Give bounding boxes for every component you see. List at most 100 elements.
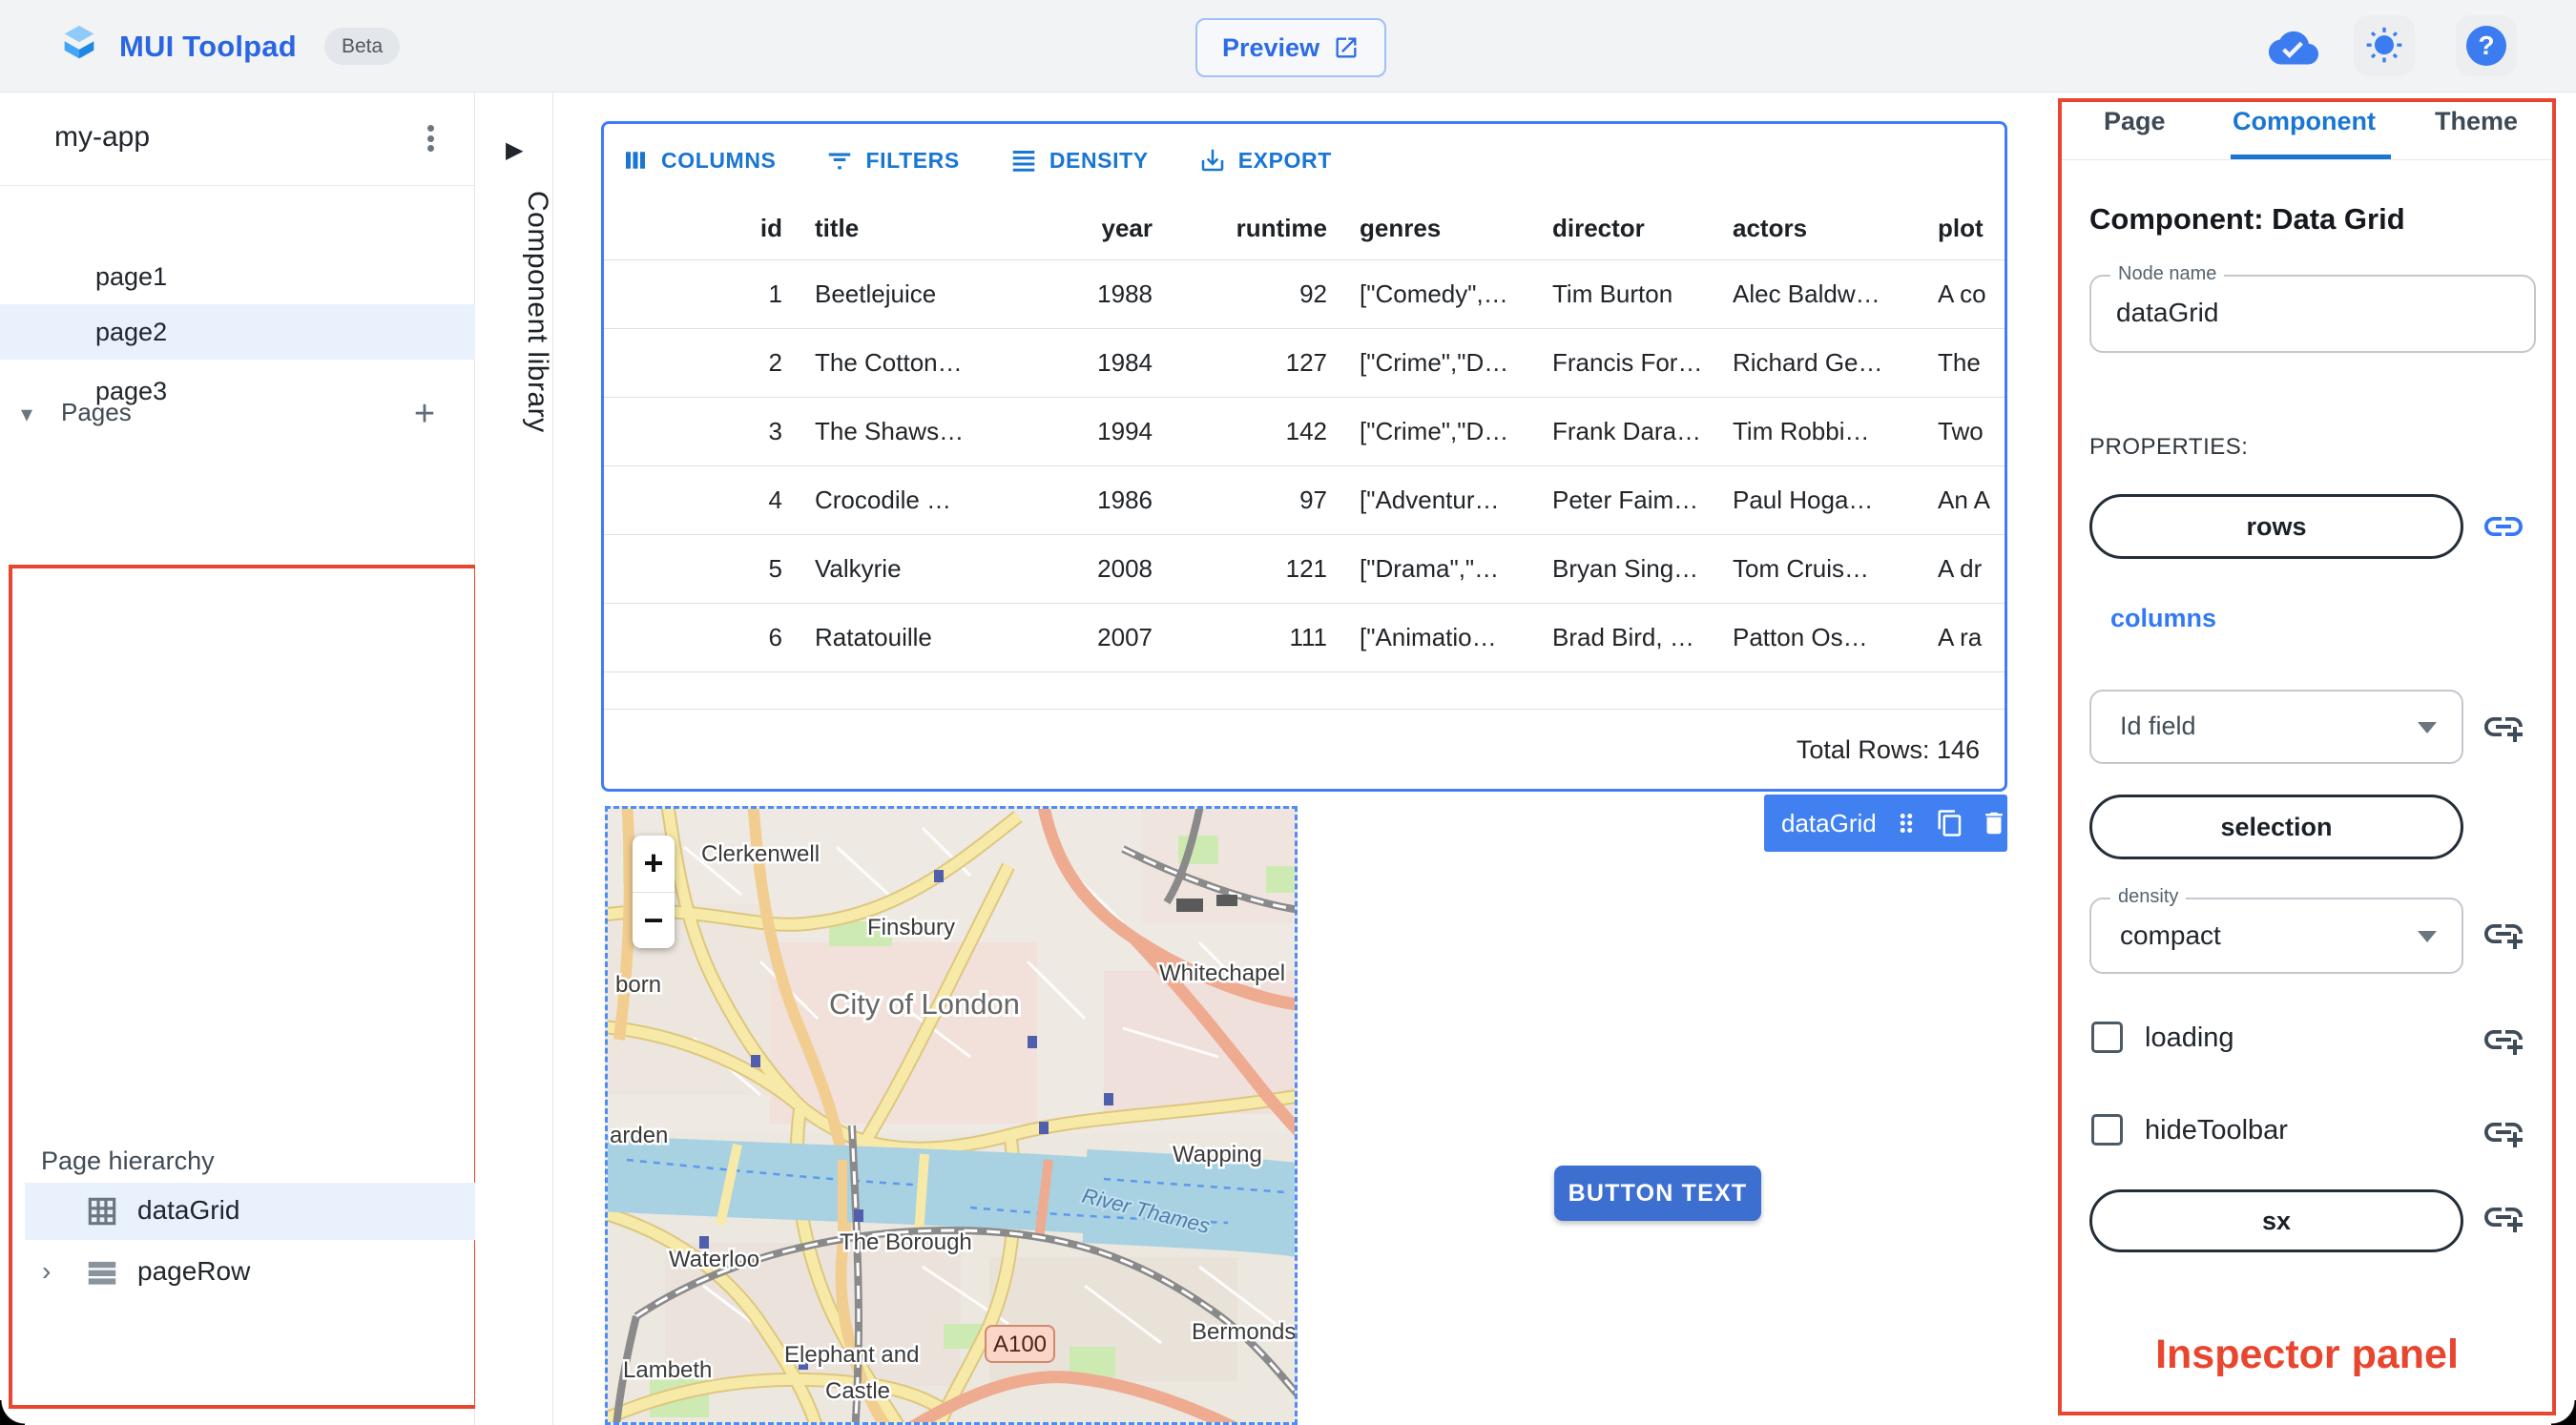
app-name: my-app [54,121,151,153]
export-button[interactable]: EXPORT [1198,146,1332,175]
download-icon [1201,149,1223,172]
app-title: MUI Toolpad [119,30,297,63]
map-label: Elephant and [784,1342,919,1368]
component-heading: Component: Data Grid [2089,202,2405,236]
preview-button[interactable]: Preview [1195,18,1387,77]
open-in-new-icon [1336,37,1357,58]
add-link-icon[interactable] [2481,911,2526,957]
help-icon: ? [2466,26,2506,66]
map-component[interactable]: A100 Clerkenwell Finsbury Whitechapel Ci… [605,806,1298,1425]
density-icon [1012,151,1035,172]
column-header[interactable]: title [799,196,995,259]
drag-handle-icon[interactable] [1892,809,1921,837]
table-row[interactable]: 2 The Cotton… 1984 127 ["Crime","D… Fran… [604,329,2005,398]
table-row[interactable]: 4 Crocodile … 1986 97 ["Adventur… Peter … [604,466,2005,535]
delete-icon[interactable] [1980,809,2008,837]
window-corner [2551,1400,2576,1425]
hierarchy-item-pagerow[interactable]: › pageRow [25,1244,487,1301]
map-label: Wapping [1173,1142,1262,1167]
loading-checkbox[interactable] [2091,1022,2123,1053]
columns-icon [626,152,645,169]
map-label: arden [610,1123,668,1148]
cloud-sync-icon[interactable] [2269,27,2318,65]
loading-label: loading [2145,1022,2234,1053]
map-label: Lambeth [623,1357,712,1383]
app-menu-button[interactable] [405,114,455,163]
divider [2062,159,2552,160]
link-icon[interactable] [2481,504,2526,549]
map-label: Bermondsey [1192,1319,1298,1345]
app-window: MUI Toolpad Beta Preview ? my-app ▾ Page… [0,0,2576,1425]
inspector-annotation: Inspector panel [2155,1332,2459,1377]
selection-property-button[interactable]: selection [2089,795,2463,859]
chevron-down-icon [2418,931,2437,942]
map-label: born [615,972,661,998]
expand-arrow-icon[interactable]: ▶ [506,136,523,164]
sx-property-button[interactable]: sx [2089,1189,2463,1252]
add-link-icon[interactable] [2481,1017,2526,1063]
datagrid-header-row: id title year runtime genres director ac… [604,196,2005,260]
column-header[interactable]: director [1536,196,1716,259]
app-name-row: my-app [0,93,475,186]
map-label: The Borough [840,1229,972,1255]
columns-property-link[interactable]: columns [2110,604,2216,633]
density-label: density [2110,886,2187,908]
datagrid-toolbar: COLUMNS FILTERS DENSITY EXPORT [604,124,2005,196]
chevron-right-icon[interactable]: › [42,1256,51,1287]
beta-badge: Beta [324,28,401,65]
help-button[interactable]: ? [2456,15,2517,76]
map-canvas: A100 Clerkenwell Finsbury Whitechapel Ci… [608,809,1298,1422]
hierarchy-item-label: dataGrid [137,1195,240,1225]
tab-component[interactable]: Component [2233,107,2376,136]
sidebar-item-page2[interactable]: page2 [0,304,475,360]
column-header[interactable]: genres [1343,196,1536,259]
tab-page[interactable]: Page [2104,107,2166,136]
datagrid-footer: Total Rows: 146 [604,709,2005,789]
page-hierarchy-panel: Page hierarchy dataGrid › pageRow Page h… [9,565,487,1409]
map-label: Waterloo [669,1247,759,1272]
datagrid-component[interactable]: COLUMNS FILTERS DENSITY EXPORT id title … [601,121,2007,792]
selection-tag-label: dataGrid [1781,808,1877,837]
duplicate-icon[interactable] [1936,809,1964,837]
page-hierarchy-title: Page hierarchy [41,1146,215,1175]
column-header[interactable]: actors [1716,196,1922,259]
table-row[interactable]: 6 Ratatouille 2007 111 ["Animatio… Brad … [604,604,2005,672]
columns-button[interactable]: COLUMNS [621,146,776,175]
map-zoom-control: + − [633,836,675,948]
node-name-value: dataGrid [2116,298,2219,327]
hierarchy-item-datagrid[interactable]: dataGrid [25,1183,487,1240]
chevron-down-icon [2418,722,2437,733]
map-label: Clerkenwell [701,841,820,867]
density-button[interactable]: DENSITY [1009,146,1149,175]
properties-label: PROPERTIES: [2089,434,2249,460]
canvas-button-component[interactable]: BUTTON TEXT [1554,1166,1761,1221]
data-grid-icon [88,1197,116,1226]
sidebar-item-page3[interactable]: page3 [0,363,475,419]
selection-tag: dataGrid [1764,795,2007,852]
add-link-icon[interactable] [2481,704,2526,750]
column-header[interactable]: plot [1922,196,2005,259]
table-row[interactable]: 1 Beetlejuice 1988 92 ["Comedy",… Tim Bu… [604,260,2005,329]
zoom-out-button[interactable]: − [633,893,675,949]
node-name-label: Node name [2110,263,2225,285]
add-link-icon[interactable] [2481,1109,2526,1155]
column-header[interactable]: runtime [1169,196,1343,259]
hidetoolbar-checkbox[interactable] [2091,1114,2123,1146]
filter-icon [829,153,851,170]
map-label: Whitechapel [1159,960,1285,986]
pages-section-header[interactable]: ▾ Pages + [0,194,475,434]
table-row[interactable]: 5 Valkyrie 2008 121 ["Drama","… Bryan Si… [604,535,2005,604]
column-header[interactable]: year [995,196,1169,259]
table-row[interactable]: 3 The Shaws… 1994 142 ["Crime","D… Frank… [604,398,2005,466]
hidetoolbar-label: hideToolbar [2145,1115,2288,1146]
preview-label: Preview [1222,32,1320,62]
filters-button[interactable]: FILTERS [825,146,959,175]
toolpad-logo-icon [64,25,94,59]
zoom-in-button[interactable]: + [633,836,675,893]
tab-theme[interactable]: Theme [2435,107,2518,136]
rows-property-button[interactable]: rows [2089,494,2463,559]
add-link-icon[interactable] [2481,1194,2526,1240]
column-header[interactable]: id [604,196,799,259]
theme-toggle-button[interactable] [2354,15,2415,76]
sidebar-item-page1[interactable]: page1 [0,249,475,304]
